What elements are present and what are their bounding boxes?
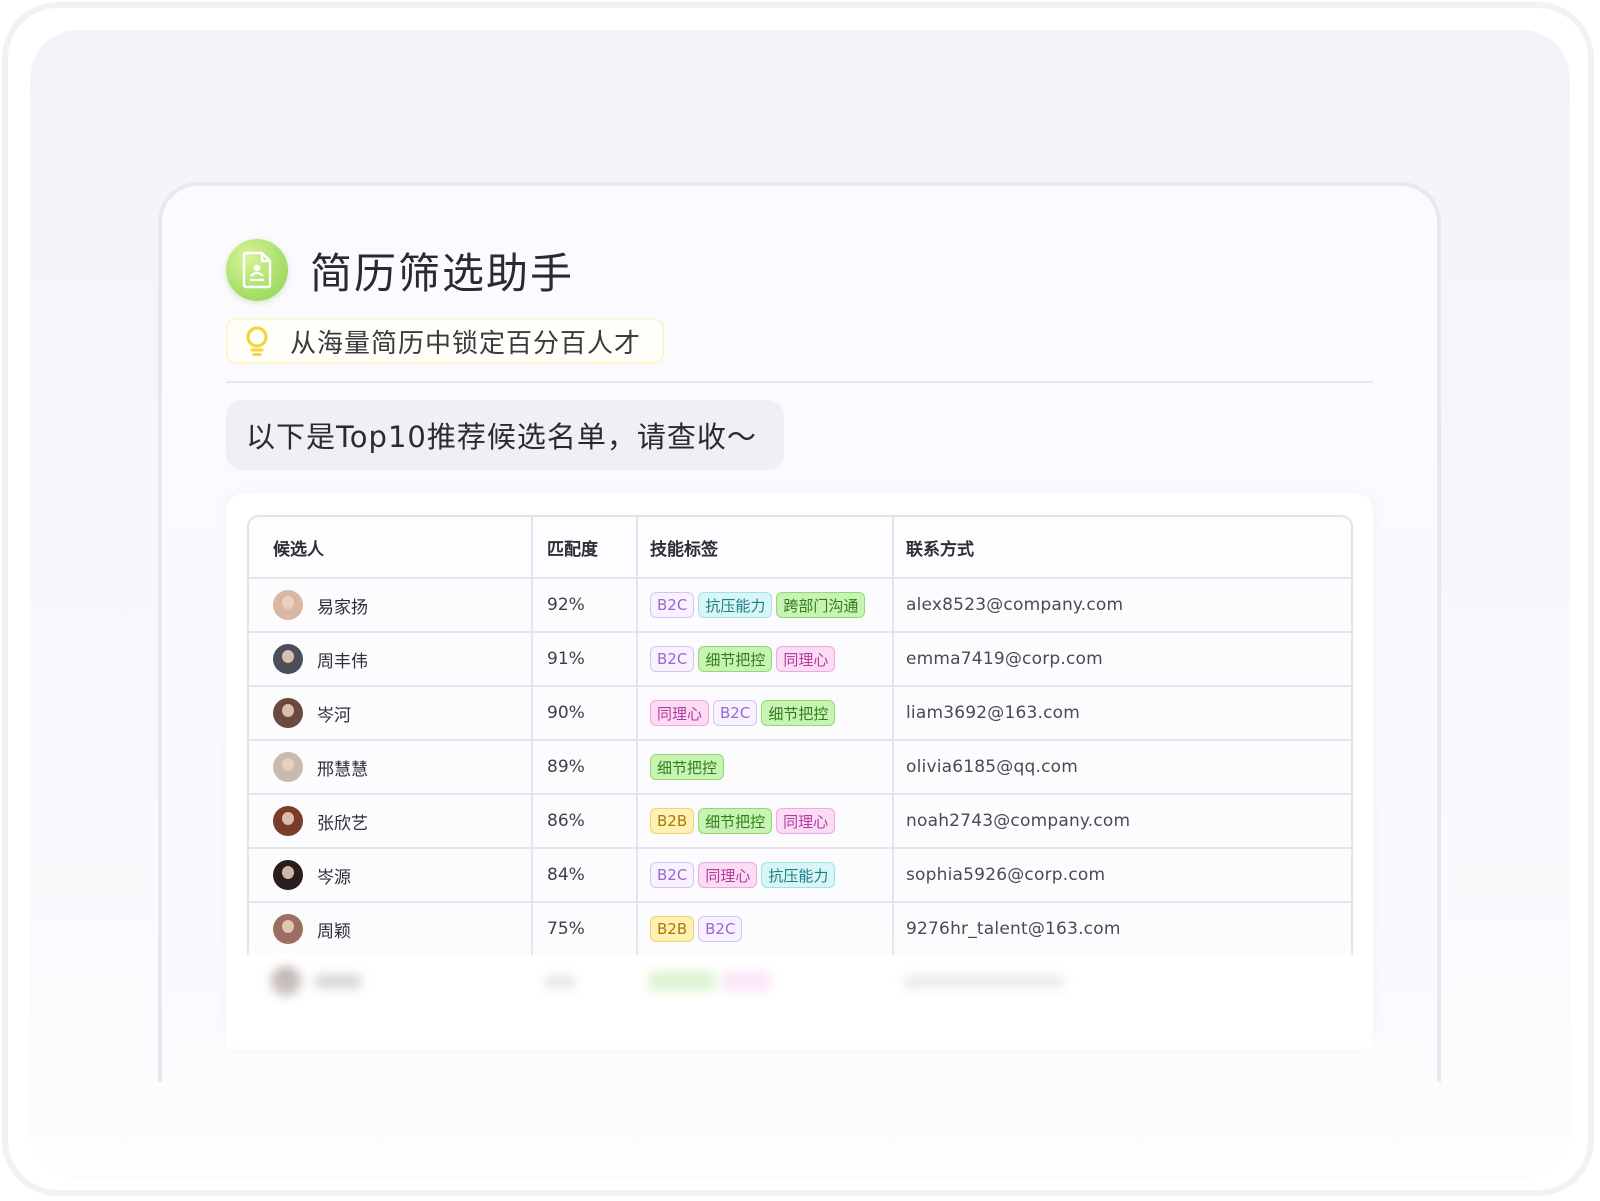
contact-cell: emma7419@corp.com xyxy=(894,633,1351,685)
skill-tag: B2C xyxy=(650,592,695,618)
table-row[interactable]: 岑河 90% 同理心 B2C 细节把控 liam3692@163.com xyxy=(249,687,1351,741)
skill-tag: 细节把控 xyxy=(698,808,773,834)
assistant-message-text: 以下是Top10推荐候选名单，请查收～ xyxy=(246,420,757,454)
match-score-cell: 84% xyxy=(533,849,638,901)
contact-email[interactable]: noah2743@company.com xyxy=(906,811,1130,831)
avatar xyxy=(273,752,303,782)
table-row[interactable]: 易家扬 92% B2C 抗压能力 跨部门沟通 alex8523@company.com xyxy=(249,579,1351,633)
skill-tag: 跨部门沟通 xyxy=(776,592,866,618)
contact-email[interactable]: emma7419@corp.com xyxy=(906,649,1103,669)
table-body: 易家扬 92% B2C 抗压能力 跨部门沟通 alex8523@company.com 周丰… xyxy=(249,579,1351,955)
match-score: 91% xyxy=(547,649,585,669)
contact-email[interactable]: alex8523@company.com xyxy=(906,595,1123,615)
skill-tags-cell: 细节把控 xyxy=(638,741,894,793)
skill-tag: 同理心 xyxy=(698,862,758,888)
avatar xyxy=(273,806,303,836)
match-score: 86% xyxy=(547,811,585,831)
match-score-cell: 92% xyxy=(533,579,638,631)
match-score-cell: 86% xyxy=(533,795,638,847)
candidate-name: 邢慧慧 xyxy=(317,759,368,780)
divider xyxy=(226,381,1373,383)
candidate-name: 张欣艺 xyxy=(317,813,368,834)
skill-tag: 抗压能力 xyxy=(761,862,836,888)
candidate-cell: 易家扬 xyxy=(249,579,533,631)
contact-email[interactable]: sophia5926@corp.com xyxy=(906,865,1105,885)
skill-tag: 同理心 xyxy=(776,646,836,672)
candidate-name: 周丰伟 xyxy=(317,651,368,672)
header-contact: 联系方式 xyxy=(906,539,974,560)
skill-tags-cell: B2B 细节把控 同理心 xyxy=(638,795,894,847)
candidate-cell: 张欣艺 xyxy=(249,795,533,847)
slogan-banner: 从海量简历中锁定百分百人才 xyxy=(226,318,664,364)
app-title: 简历筛选助手 xyxy=(310,248,575,298)
candidate-cell: 岑源 xyxy=(249,849,533,901)
lightbulb-icon xyxy=(246,326,268,356)
skill-tags-cell: B2C 抗压能力 跨部门沟通 xyxy=(638,579,894,631)
skill-tag: B2B xyxy=(650,808,695,834)
candidate-cell: 岑河 xyxy=(249,687,533,739)
header-match-score: 匹配度 xyxy=(533,517,638,577)
skill-tags-cell: 同理心 B2C 细节把控 xyxy=(638,687,894,739)
assistant-message-bubble: 以下是Top10推荐候选名单，请查收～ xyxy=(226,400,784,470)
match-score: 89% xyxy=(547,757,585,777)
table-row[interactable]: 邢慧慧 89% 细节把控 olivia6185@qq.com xyxy=(249,741,1351,795)
header-skill-tags: 技能标签 xyxy=(638,517,894,577)
resume-document-icon xyxy=(226,239,288,301)
match-score: 90% xyxy=(547,703,585,723)
skill-tag: 细节把控 xyxy=(761,700,836,726)
match-score-cell: 90% xyxy=(533,687,638,739)
skill-tag: B2C xyxy=(713,700,758,726)
candidate-cell: 邢慧慧 xyxy=(249,741,533,793)
match-score: 75% xyxy=(547,919,585,939)
skill-tag: B2C xyxy=(650,646,695,672)
contact-email[interactable]: liam3692@163.com xyxy=(906,703,1080,723)
contact-cell: liam3692@163.com xyxy=(894,687,1351,739)
skill-tag: 同理心 xyxy=(776,808,836,834)
skill-tags-cell: B2C 同理心 抗压能力 xyxy=(638,849,894,901)
skill-tag: 同理心 xyxy=(650,700,710,726)
skill-tag: 细节把控 xyxy=(698,646,773,672)
candidate-name: 周颖 xyxy=(317,921,351,942)
match-score: 84% xyxy=(547,865,585,885)
table-row[interactable]: 周丰伟 91% B2C 细节把控 同理心 emma7419@corp.com xyxy=(249,633,1351,687)
avatar xyxy=(273,860,303,890)
match-score: 92% xyxy=(547,595,585,615)
avatar xyxy=(273,590,303,620)
slogan-text: 从海量简历中锁定百分百人才 xyxy=(290,328,642,359)
contact-cell: sophia5926@corp.com xyxy=(894,849,1351,901)
contact-cell: noah2743@company.com xyxy=(894,795,1351,847)
app-header: 简历筛选助手 xyxy=(226,238,574,302)
table-row[interactable]: 张欣艺 86% B2B 细节把控 同理心 noah2743@company.com xyxy=(249,795,1351,849)
skill-tag: B2B xyxy=(650,916,695,942)
candidate-name: 易家扬 xyxy=(317,597,368,618)
table-row[interactable]: 岑源 84% B2C 同理心 抗压能力 sophia5926@corp.com xyxy=(249,849,1351,903)
skill-tag: 抗压能力 xyxy=(698,592,773,618)
table-header-row: 候选人 匹配度 技能标签 联系方式 xyxy=(249,517,1351,579)
candidate-cell: 周丰伟 xyxy=(249,633,533,685)
bottom-fade xyxy=(226,940,1373,1050)
skill-tag: 细节把控 xyxy=(650,754,725,780)
contact-cell: alex8523@company.com xyxy=(894,579,1351,631)
contact-cell: olivia6185@qq.com xyxy=(894,741,1351,793)
header-candidate: 候选人 xyxy=(249,517,533,577)
match-score-cell: 91% xyxy=(533,633,638,685)
skill-tag: B2C xyxy=(698,916,743,942)
match-score-cell: 89% xyxy=(533,741,638,793)
skill-tag: B2C xyxy=(650,862,695,888)
candidate-name: 岑河 xyxy=(317,705,351,726)
candidate-name: 岑源 xyxy=(317,867,351,888)
contact-email[interactable]: 9276hr_talent@163.com xyxy=(906,919,1121,939)
avatar xyxy=(273,698,303,728)
skill-tags-cell: B2C 细节把控 同理心 xyxy=(638,633,894,685)
contact-email[interactable]: olivia6185@qq.com xyxy=(906,757,1078,777)
candidate-table: 候选人 匹配度 技能标签 联系方式 易家扬 92% B2C 抗压能力 跨部门沟通 alex… xyxy=(247,515,1353,955)
avatar xyxy=(273,644,303,674)
